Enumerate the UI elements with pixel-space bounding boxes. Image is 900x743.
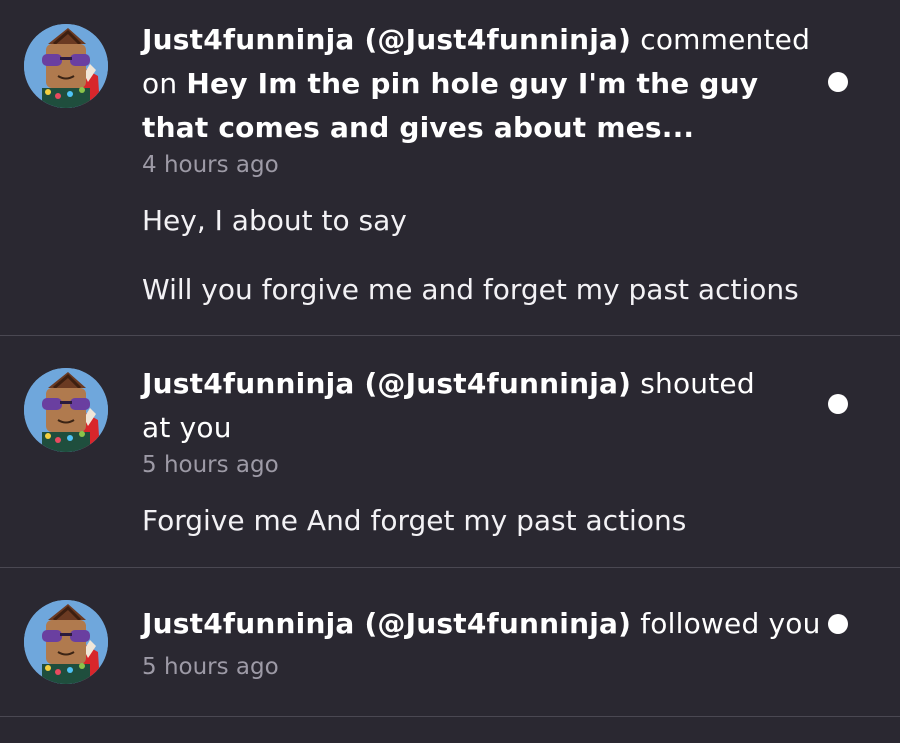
unread-dot-icon	[828, 614, 848, 634]
notification-message: Forgive me And forget my past actions	[142, 504, 687, 537]
notification-user[interactable]: Just4funninja (@Just4funninja)	[142, 23, 631, 56]
avatar-image	[24, 24, 108, 108]
notification-message: Will you forgive me and forget my past a…	[142, 273, 799, 306]
notification-headline: Just4funninja (@Just4funninja) commented…	[142, 18, 812, 150]
user-avatar[interactable]	[24, 368, 108, 452]
divider	[0, 716, 900, 717]
notification-target[interactable]: Hey Im the pin hole guy I'm the guy that…	[142, 67, 758, 144]
notification-item[interactable]: Just4funninja (@Just4funninja) followed …	[0, 568, 900, 716]
notification-user[interactable]: Just4funninja (@Just4funninja)	[142, 367, 631, 400]
notification-item[interactable]: Just4funninja (@Just4funninja) commented…	[0, 0, 900, 335]
notification-user[interactable]: Just4funninja (@Just4funninja)	[142, 607, 631, 640]
notification-headline: Just4funninja (@Just4funninja) shouted a…	[142, 362, 782, 450]
notification-message: Hey, I about to say	[142, 204, 407, 237]
user-avatar[interactable]	[24, 600, 108, 684]
notification-verb: followed you	[640, 607, 821, 640]
unread-dot-icon	[828, 394, 848, 414]
avatar-image	[24, 600, 108, 684]
avatar-image	[24, 368, 108, 452]
notification-time: 5 hours ago	[142, 452, 279, 478]
user-avatar[interactable]	[24, 24, 108, 108]
notification-time: 5 hours ago	[142, 654, 279, 680]
notification-time: 4 hours ago	[142, 152, 279, 178]
notification-headline: Just4funninja (@Just4funninja) followed …	[142, 602, 820, 646]
unread-dot-icon	[828, 72, 848, 92]
notification-item[interactable]: Just4funninja (@Just4funninja) shouted a…	[0, 336, 900, 567]
